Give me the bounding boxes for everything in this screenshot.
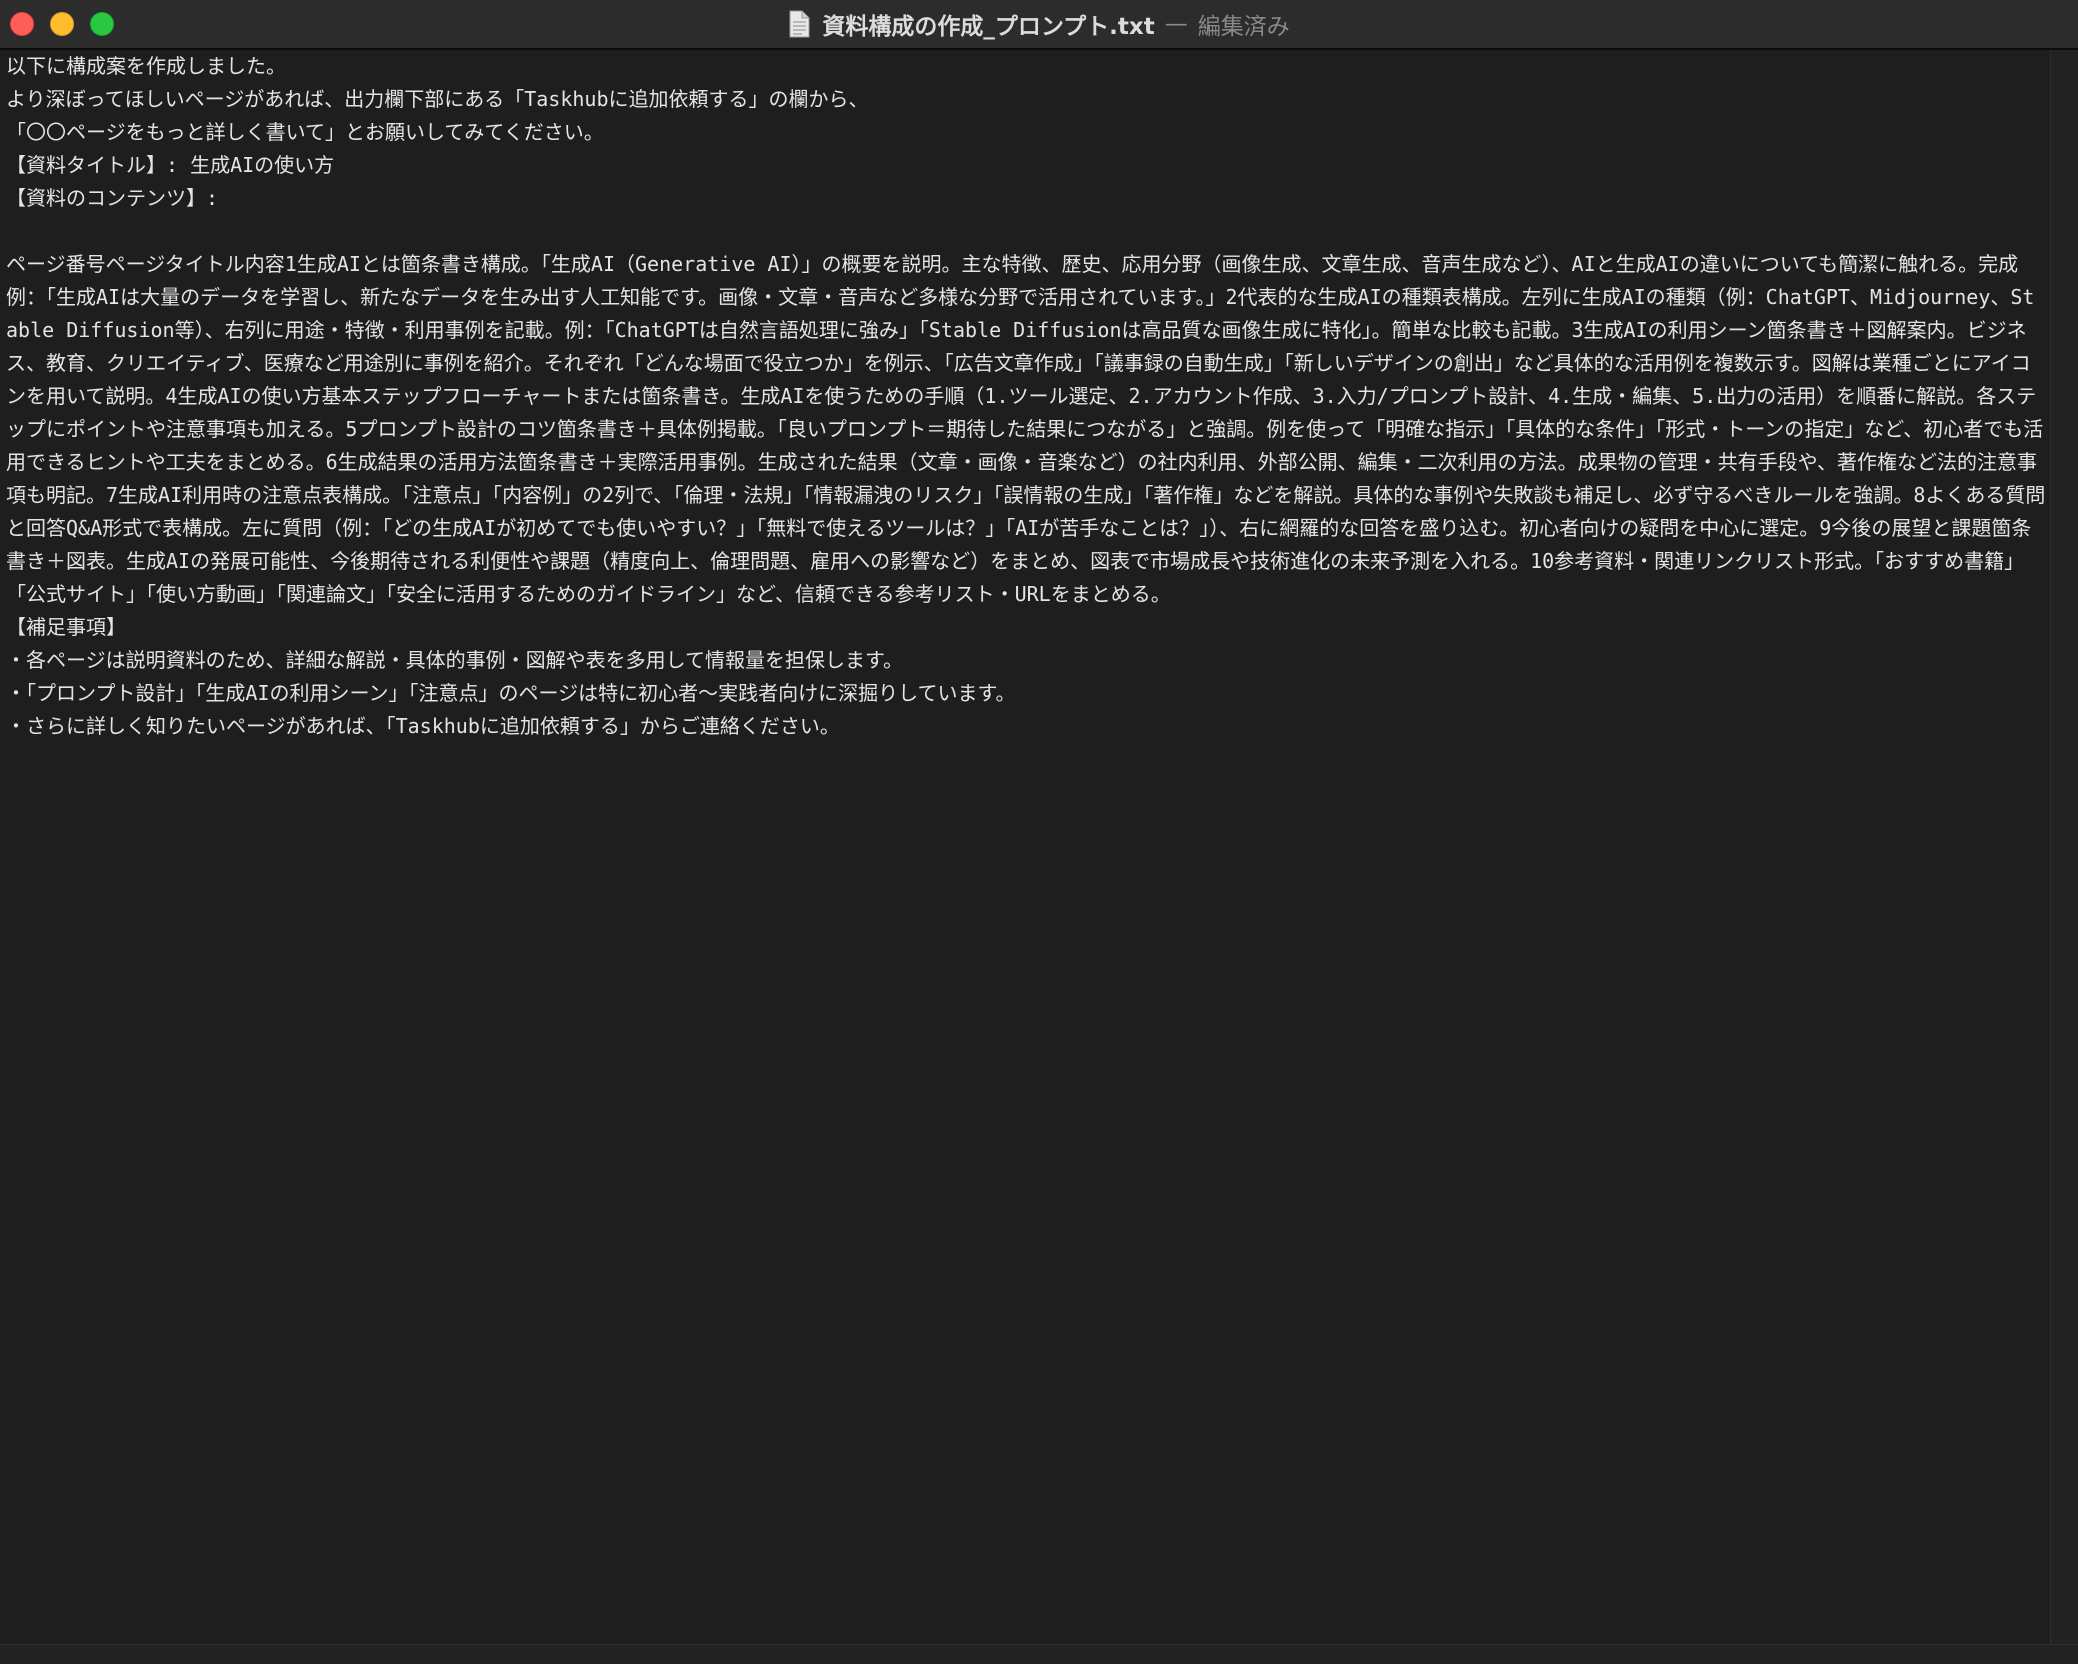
text-line[interactable]: ・「プロンプト設計」「生成AIの利用シーン」「注意点」のページは特に初心者〜実践… [6,677,2046,710]
title-separator: — [1164,11,1188,37]
text-editor-area[interactable]: 以下に構成案を作成しました。 より深ぼってほしいページがあれば、出力欄下部にある… [0,50,2050,1644]
text-line[interactable]: 「〇〇ページをもっと詳しく書いて」とお願いしてみてください。 [6,116,2046,149]
blank-line[interactable] [6,215,2046,248]
title-bar[interactable]: 資料構成の作成_プロンプト.txt — 編集済み [0,0,2078,50]
text-line[interactable]: 以下に構成案を作成しました。 [6,50,2046,83]
text-line[interactable]: 【補足事項】 [6,611,2046,644]
text-line[interactable]: 【資料タイトル】: 生成AIの使い方 [6,149,2046,182]
edited-status: 編集済み [1197,14,1290,40]
text-editor-window: 資料構成の作成_プロンプト.txt — 編集済み 以下に構成案を作成しました。 … [0,0,2078,1664]
text-paragraph[interactable]: ページ番号ページタイトル内容1生成AIとは箇条書き構成。「生成AI（Genera… [6,248,2046,611]
text-line[interactable]: ・各ページは説明資料のため、詳細な解説・具体的事例・図解や表を多用して情報量を担… [6,644,2046,677]
window-title: 資料構成の作成_プロンプト.txt — 編集済み [0,0,2078,48]
horizontal-scrollbar[interactable] [0,1644,2078,1664]
file-name: 資料構成の作成_プロンプト.txt [822,14,1155,40]
document-icon [789,10,810,38]
text-line[interactable]: ・さらに詳しく知りたいページがあれば、「Taskhubに追加依頼する」からご連絡… [6,710,2046,743]
vertical-scrollbar[interactable] [2050,50,2078,1644]
text-line[interactable]: 【資料のコンテンツ】: [6,182,2046,215]
text-line[interactable]: より深ぼってほしいページがあれば、出力欄下部にある「Taskhubに追加依頼する… [6,83,2046,116]
